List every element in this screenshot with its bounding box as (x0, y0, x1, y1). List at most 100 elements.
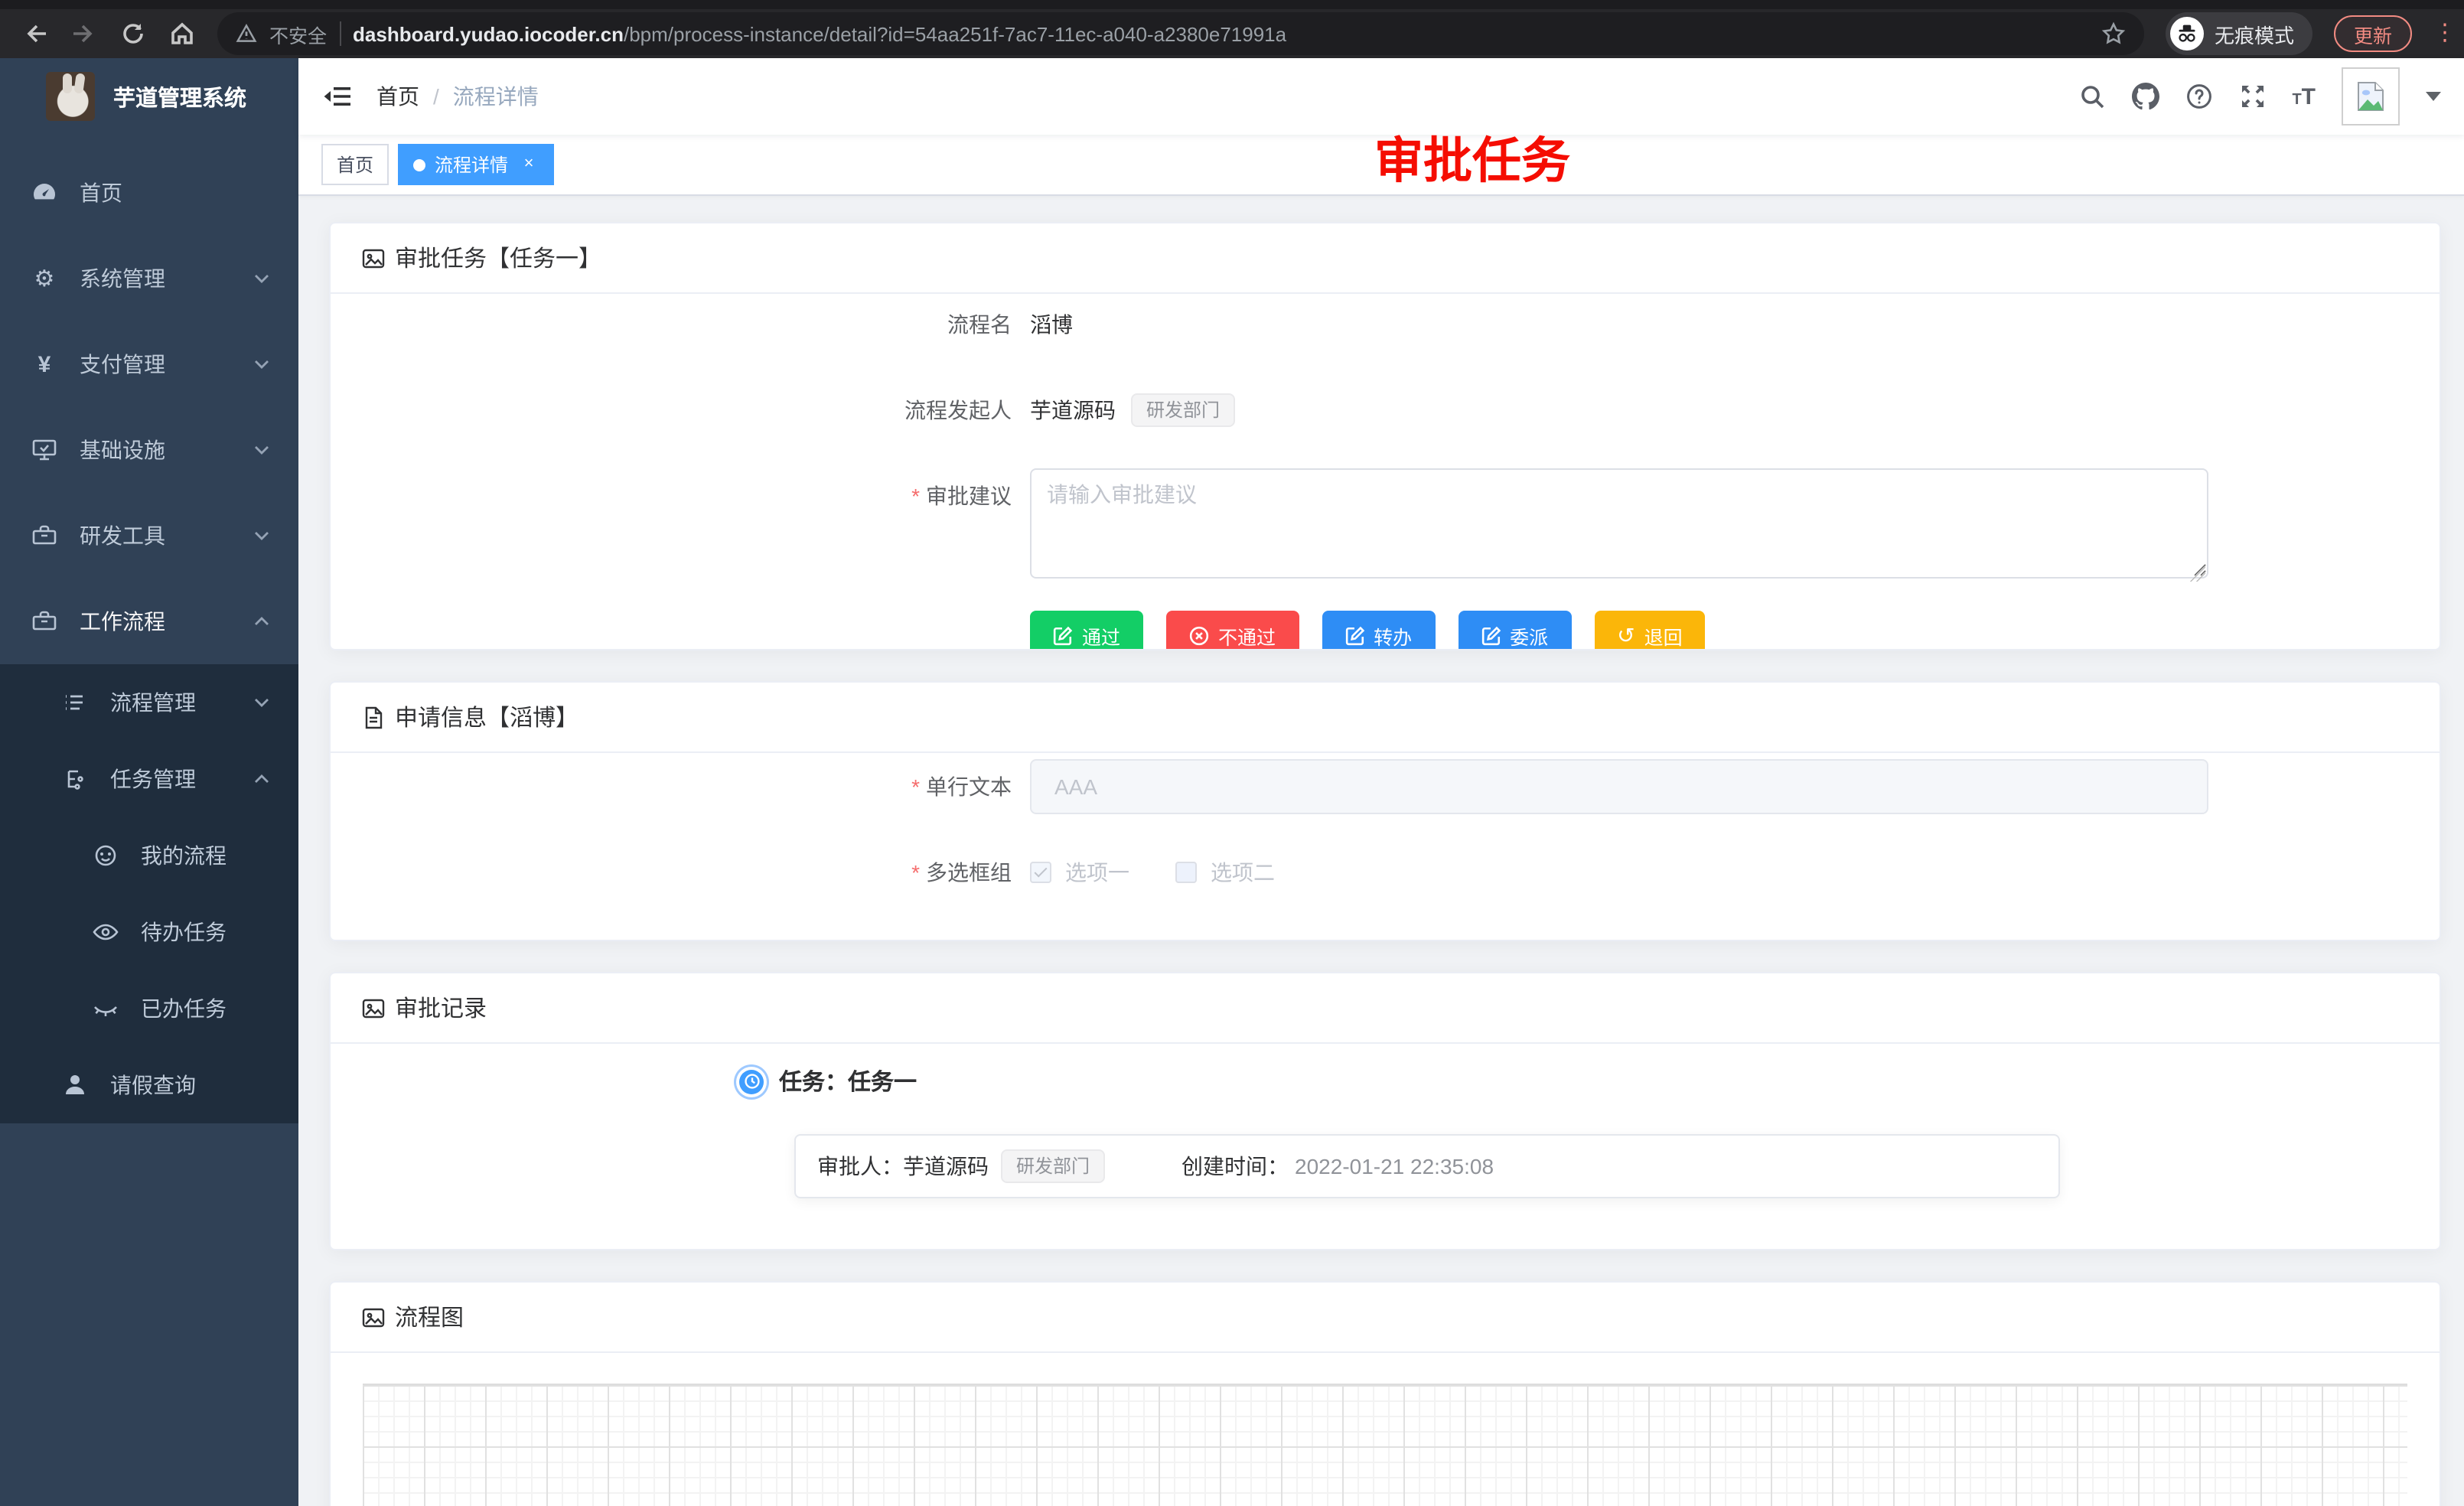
help-icon[interactable] (2185, 83, 2212, 110)
checkbox-option-1: 选项一 (1030, 857, 1129, 888)
sidebar-item-system[interactable]: ⚙ 系统管理 (0, 236, 298, 321)
browser-reload-icon[interactable] (119, 20, 147, 47)
card-title: 申请信息【滔博】 (395, 701, 579, 733)
delegate-button[interactable]: 委派 (1458, 611, 1571, 650)
not-secure-label[interactable]: 不安全 (269, 19, 327, 48)
breadcrumb: 首页 / 流程详情 (376, 81, 539, 112)
approval-record-card: 审批记录 任务：任务一 审批人：芋道源码 研发部门 创建时间： 2022-01-… (329, 972, 2441, 1250)
approval-task-card-header: 审批任务【任务一】 (331, 223, 2440, 294)
breadcrumb-home[interactable]: 首页 (376, 81, 419, 112)
workflow-icon (31, 608, 58, 635)
sidebar-item-devtools[interactable]: 研发工具 (0, 493, 298, 579)
flow-diagram-card: 流程图 (329, 1281, 2441, 1506)
create-time-label: 创建时间： (1181, 1151, 1289, 1182)
approver-label: 审批人： (817, 1151, 903, 1182)
picture-icon (361, 246, 386, 270)
breadcrumb-separator: / (433, 84, 439, 109)
checkbox-group: 选项一 选项二 (1030, 845, 1275, 900)
return-button[interactable]: ↺退回 (1594, 611, 1706, 650)
avatar[interactable] (2342, 67, 2400, 126)
fullscreen-icon[interactable] (2238, 83, 2266, 110)
approver-name: 芋道源码 (903, 1151, 989, 1182)
bookmark-star-icon[interactable] (2101, 21, 2126, 46)
browser-forward-icon[interactable] (70, 20, 98, 47)
search-icon[interactable] (2078, 83, 2105, 110)
approval-actions: 通过 不通过 转办 委派 ↺退回 (1030, 611, 2409, 650)
create-time-value: 2022-01-21 22:35:08 (1295, 1154, 1494, 1178)
page-content: 审批任务【任务一】 流程名 滔博 流程发起人 芋道源码 研发部门 (298, 196, 2464, 1506)
avatar-dropdown-caret[interactable] (2426, 92, 2441, 101)
record-detail-card: 审批人：芋道源码 研发部门 创建时间： 2022-01-21 22:35:08 (794, 1134, 2060, 1198)
logo-image (46, 72, 95, 121)
sidebar-item-task-mgmt[interactable]: 任务管理 (0, 741, 298, 817)
reject-button[interactable]: 不通过 (1166, 611, 1299, 650)
sidebar-item-process-mgmt[interactable]: 流程管理 (0, 664, 298, 741)
process-name-label: 流程名 (361, 297, 1030, 352)
chevron-up-icon (253, 612, 271, 631)
breadcrumb-current: 流程详情 (453, 81, 539, 112)
sidebar-item-done-tasks[interactable]: 已办任务 (0, 970, 298, 1047)
chevron-down-icon (253, 526, 271, 545)
yen-icon: ¥ (31, 350, 58, 378)
user-icon (61, 1071, 89, 1099)
eye-open-icon (92, 918, 119, 946)
sidebar-item-my-process[interactable]: 我的流程 (0, 817, 298, 894)
sidebar-item-home[interactable]: 首页 (0, 150, 298, 236)
circle-close-icon (1189, 625, 1209, 645)
card-title: 审批记录 (395, 992, 487, 1024)
browser-update-button[interactable]: 更新 (2334, 15, 2412, 52)
monitor-icon (31, 436, 58, 464)
browser-home-icon[interactable] (168, 20, 196, 47)
single-text-input (1030, 759, 2208, 814)
browser-back-icon[interactable] (21, 20, 49, 47)
incognito-badge: 无痕模式 (2166, 12, 2312, 55)
face-icon (92, 842, 119, 869)
sidebar-item-leave-query[interactable]: 请假查询 (0, 1047, 298, 1123)
main-column: 首页 / 流程详情 TT 首页 流程详情× (298, 58, 2464, 1506)
tab-home[interactable]: 首页 (321, 144, 389, 185)
not-secure-warning-icon (236, 23, 257, 44)
checkbox-option-2: 选项二 (1175, 857, 1275, 888)
checkbox-unchecked-icon (1175, 862, 1197, 883)
document-icon (361, 705, 386, 729)
opinion-label: 审批建议 (361, 468, 1030, 523)
url-text[interactable]: dashboard.yudao.iocoder.cn/bpm/process-i… (353, 22, 2089, 45)
sidebar-item-infra[interactable]: 基础设施 (0, 407, 298, 493)
chevron-down-icon (253, 269, 271, 288)
chevron-down-icon (253, 355, 271, 373)
toolbox-icon (31, 522, 58, 549)
timeline-item: 任务：任务一 (739, 1065, 2440, 1097)
bpmn-grid-canvas[interactable] (363, 1384, 2407, 1506)
font-size-icon[interactable]: TT (2292, 83, 2316, 109)
sidebar-item-workflow[interactable]: 工作流程 (0, 579, 298, 664)
sidebar-menu: 首页 ⚙ 系统管理 ¥ 支付管理 基础设施 (0, 135, 298, 1123)
url-host: dashboard.yudao.iocoder.cn (353, 22, 624, 45)
url-path: /bpm/process-instance/detail?id=54aa251f… (624, 22, 1286, 45)
broken-image-icon (2354, 80, 2387, 113)
approval-record-card-header: 审批记录 (331, 973, 2440, 1044)
transfer-button[interactable]: 转办 (1322, 611, 1435, 650)
tab-process-detail[interactable]: 流程详情× (398, 144, 554, 185)
card-title: 流程图 (395, 1301, 464, 1333)
sidebar-item-todo-tasks[interactable]: 待办任务 (0, 894, 298, 970)
dept-tag: 研发部门 (1131, 393, 1235, 427)
process-initiator-value: 芋道源码 (1030, 383, 1116, 438)
apply-info-card-header: 申请信息【滔博】 (331, 683, 2440, 753)
github-icon[interactable] (2131, 83, 2159, 110)
browser-menu-icon[interactable]: ⋮ (2433, 29, 2449, 38)
apply-info-card: 申请信息【滔博】 单行文本 多选框组 选项一 选项二 (329, 681, 2441, 941)
address-bar[interactable]: 不安全 dashboard.yudao.iocoder.cn/bpm/proce… (217, 12, 2144, 55)
sidebar: 芋道管理系统 首页 ⚙ 系统管理 ¥ 支付管理 (0, 58, 298, 1506)
eye-closed-icon (92, 995, 119, 1022)
sidebar-item-payment[interactable]: ¥ 支付管理 (0, 321, 298, 407)
sidebar-logo[interactable]: 芋道管理系统 (0, 58, 298, 135)
approve-button[interactable]: 通过 (1030, 611, 1143, 650)
tab-close-icon[interactable]: × (519, 155, 539, 174)
single-text-label: 单行文本 (361, 759, 1030, 814)
opinion-textarea[interactable] (1030, 468, 2208, 579)
clock-icon (739, 1069, 764, 1094)
chevron-down-icon (253, 441, 271, 459)
process-name-value: 滔博 (1030, 297, 1073, 352)
incognito-icon (2170, 17, 2204, 51)
sidebar-fold-icon[interactable] (321, 81, 352, 112)
